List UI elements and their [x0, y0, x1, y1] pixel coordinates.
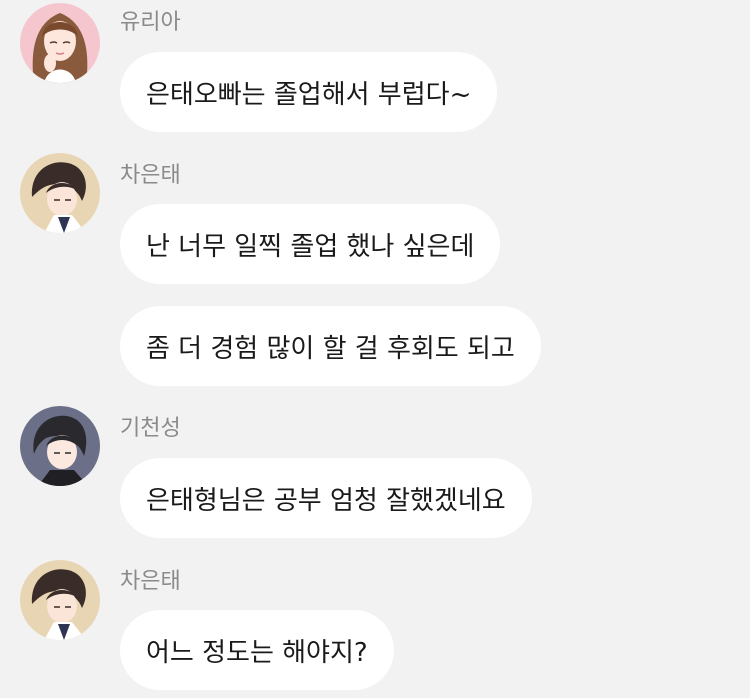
avatar-euntae[interactable]: [20, 560, 100, 640]
sender-name: 유리아: [120, 10, 181, 35]
avatar-yuria[interactable]: [20, 3, 100, 83]
avatar-euntae[interactable]: [20, 153, 100, 233]
message-bubble[interactable]: 은태형님은 공부 엄청 잘했겠네요: [120, 458, 532, 538]
sender-name: 차은태: [120, 569, 181, 594]
message-bubble[interactable]: 난 너무 일찍 졸업 했나 싶은데: [120, 204, 501, 284]
message-bubble[interactable]: 은태오빠는 졸업해서 부럽다~: [120, 52, 498, 132]
message-bubble[interactable]: 좀 더 경험 많이 할 걸 후회도 되고: [120, 306, 541, 386]
message-bubble[interactable]: 어느 정도는 해야지?: [120, 610, 394, 690]
sender-name: 기천성: [120, 416, 181, 441]
sender-name: 차은태: [120, 163, 181, 188]
avatar-cheonsung[interactable]: [20, 406, 100, 486]
